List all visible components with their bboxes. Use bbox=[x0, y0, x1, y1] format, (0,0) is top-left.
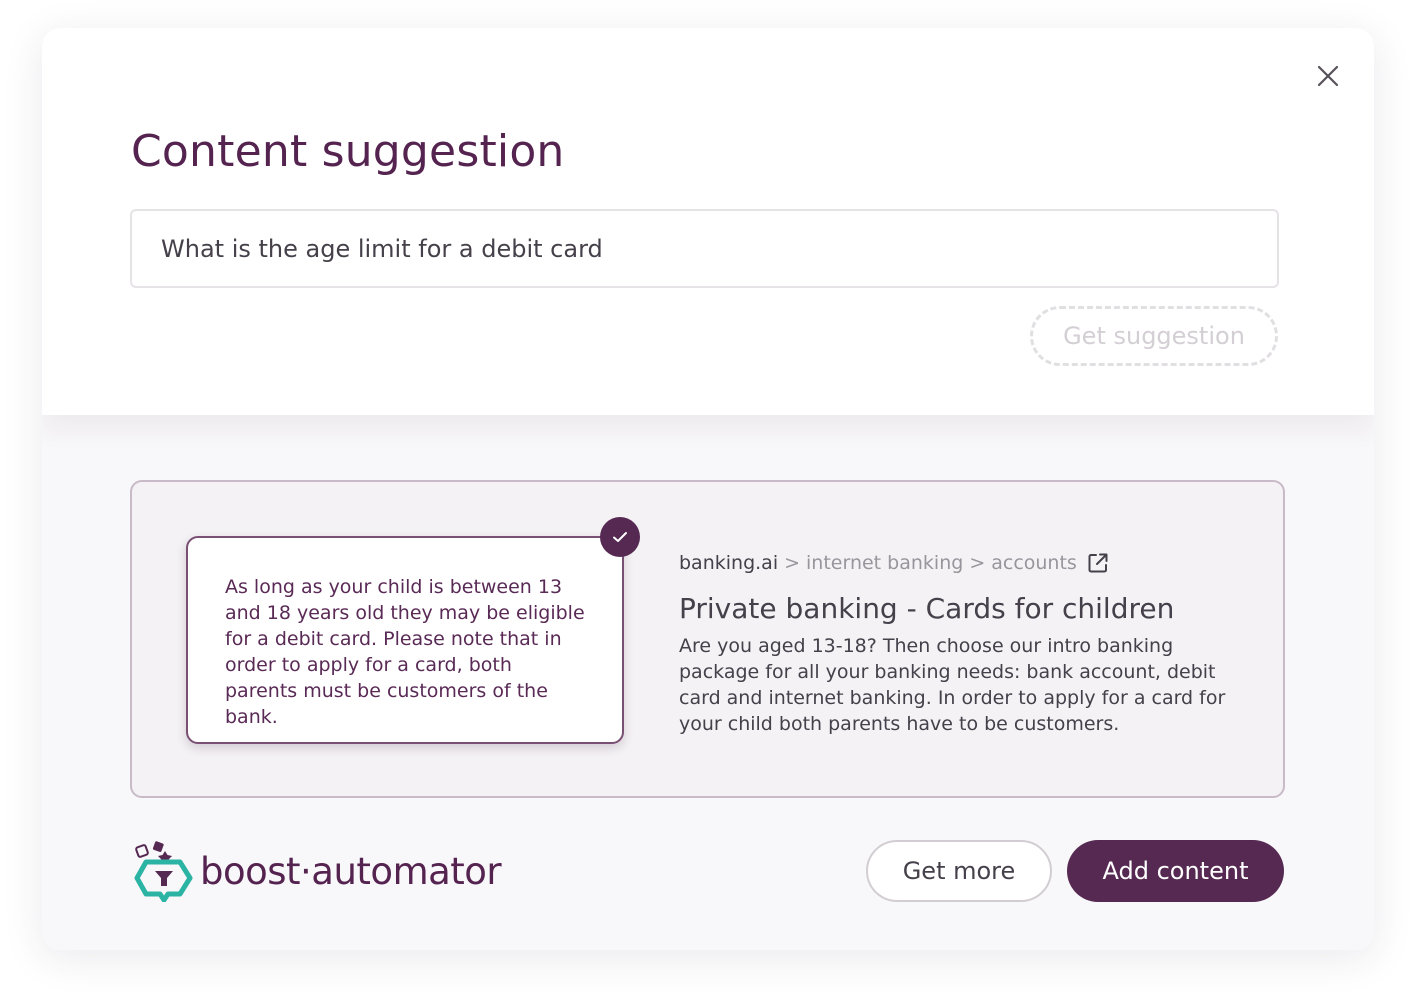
breadcrumb-domain: banking.ai bbox=[679, 552, 779, 574]
source-info: banking.ai > internet banking > accounts… bbox=[679, 550, 1259, 737]
boost-logo-icon bbox=[134, 841, 193, 902]
close-icon bbox=[1317, 65, 1339, 87]
breadcrumb-page: accounts bbox=[991, 552, 1077, 574]
get-more-button[interactable]: Get more bbox=[866, 840, 1052, 902]
dialog-title: Content suggestion bbox=[131, 126, 565, 177]
breadcrumb-separator: > bbox=[969, 552, 986, 574]
check-icon bbox=[613, 532, 627, 542]
breadcrumb-separator: > bbox=[784, 552, 801, 574]
suggested-answer-card[interactable]: As long as your child is between 13 and … bbox=[186, 536, 624, 744]
source-description: Are you aged 13-18? Then choose our intr… bbox=[679, 635, 1226, 735]
logo-wordmark: boost·automator bbox=[200, 849, 502, 893]
dialog-header-section: Content suggestion Get suggestion bbox=[42, 28, 1374, 415]
source-title: Private banking - Cards for children bbox=[679, 592, 1175, 625]
breadcrumb-section: internet banking bbox=[806, 552, 964, 574]
external-link-icon bbox=[1088, 553, 1108, 573]
source-breadcrumb: banking.ai > internet banking > accounts bbox=[679, 550, 1259, 576]
suggested-answer-text: As long as your child is between 13 and … bbox=[225, 576, 585, 728]
close-button[interactable] bbox=[1310, 58, 1346, 94]
boost-automator-logo: boost·automator bbox=[134, 840, 502, 902]
suggestion-result-panel[interactable]: As long as your child is between 13 and … bbox=[130, 480, 1285, 798]
selected-badge bbox=[600, 517, 640, 557]
query-input[interactable] bbox=[130, 209, 1279, 288]
get-suggestion-button[interactable]: Get suggestion bbox=[1030, 306, 1278, 366]
add-content-button[interactable]: Add content bbox=[1067, 840, 1284, 902]
content-suggestion-dialog: Content suggestion Get suggestion As lon… bbox=[42, 28, 1374, 950]
open-source-link[interactable] bbox=[1087, 552, 1109, 574]
